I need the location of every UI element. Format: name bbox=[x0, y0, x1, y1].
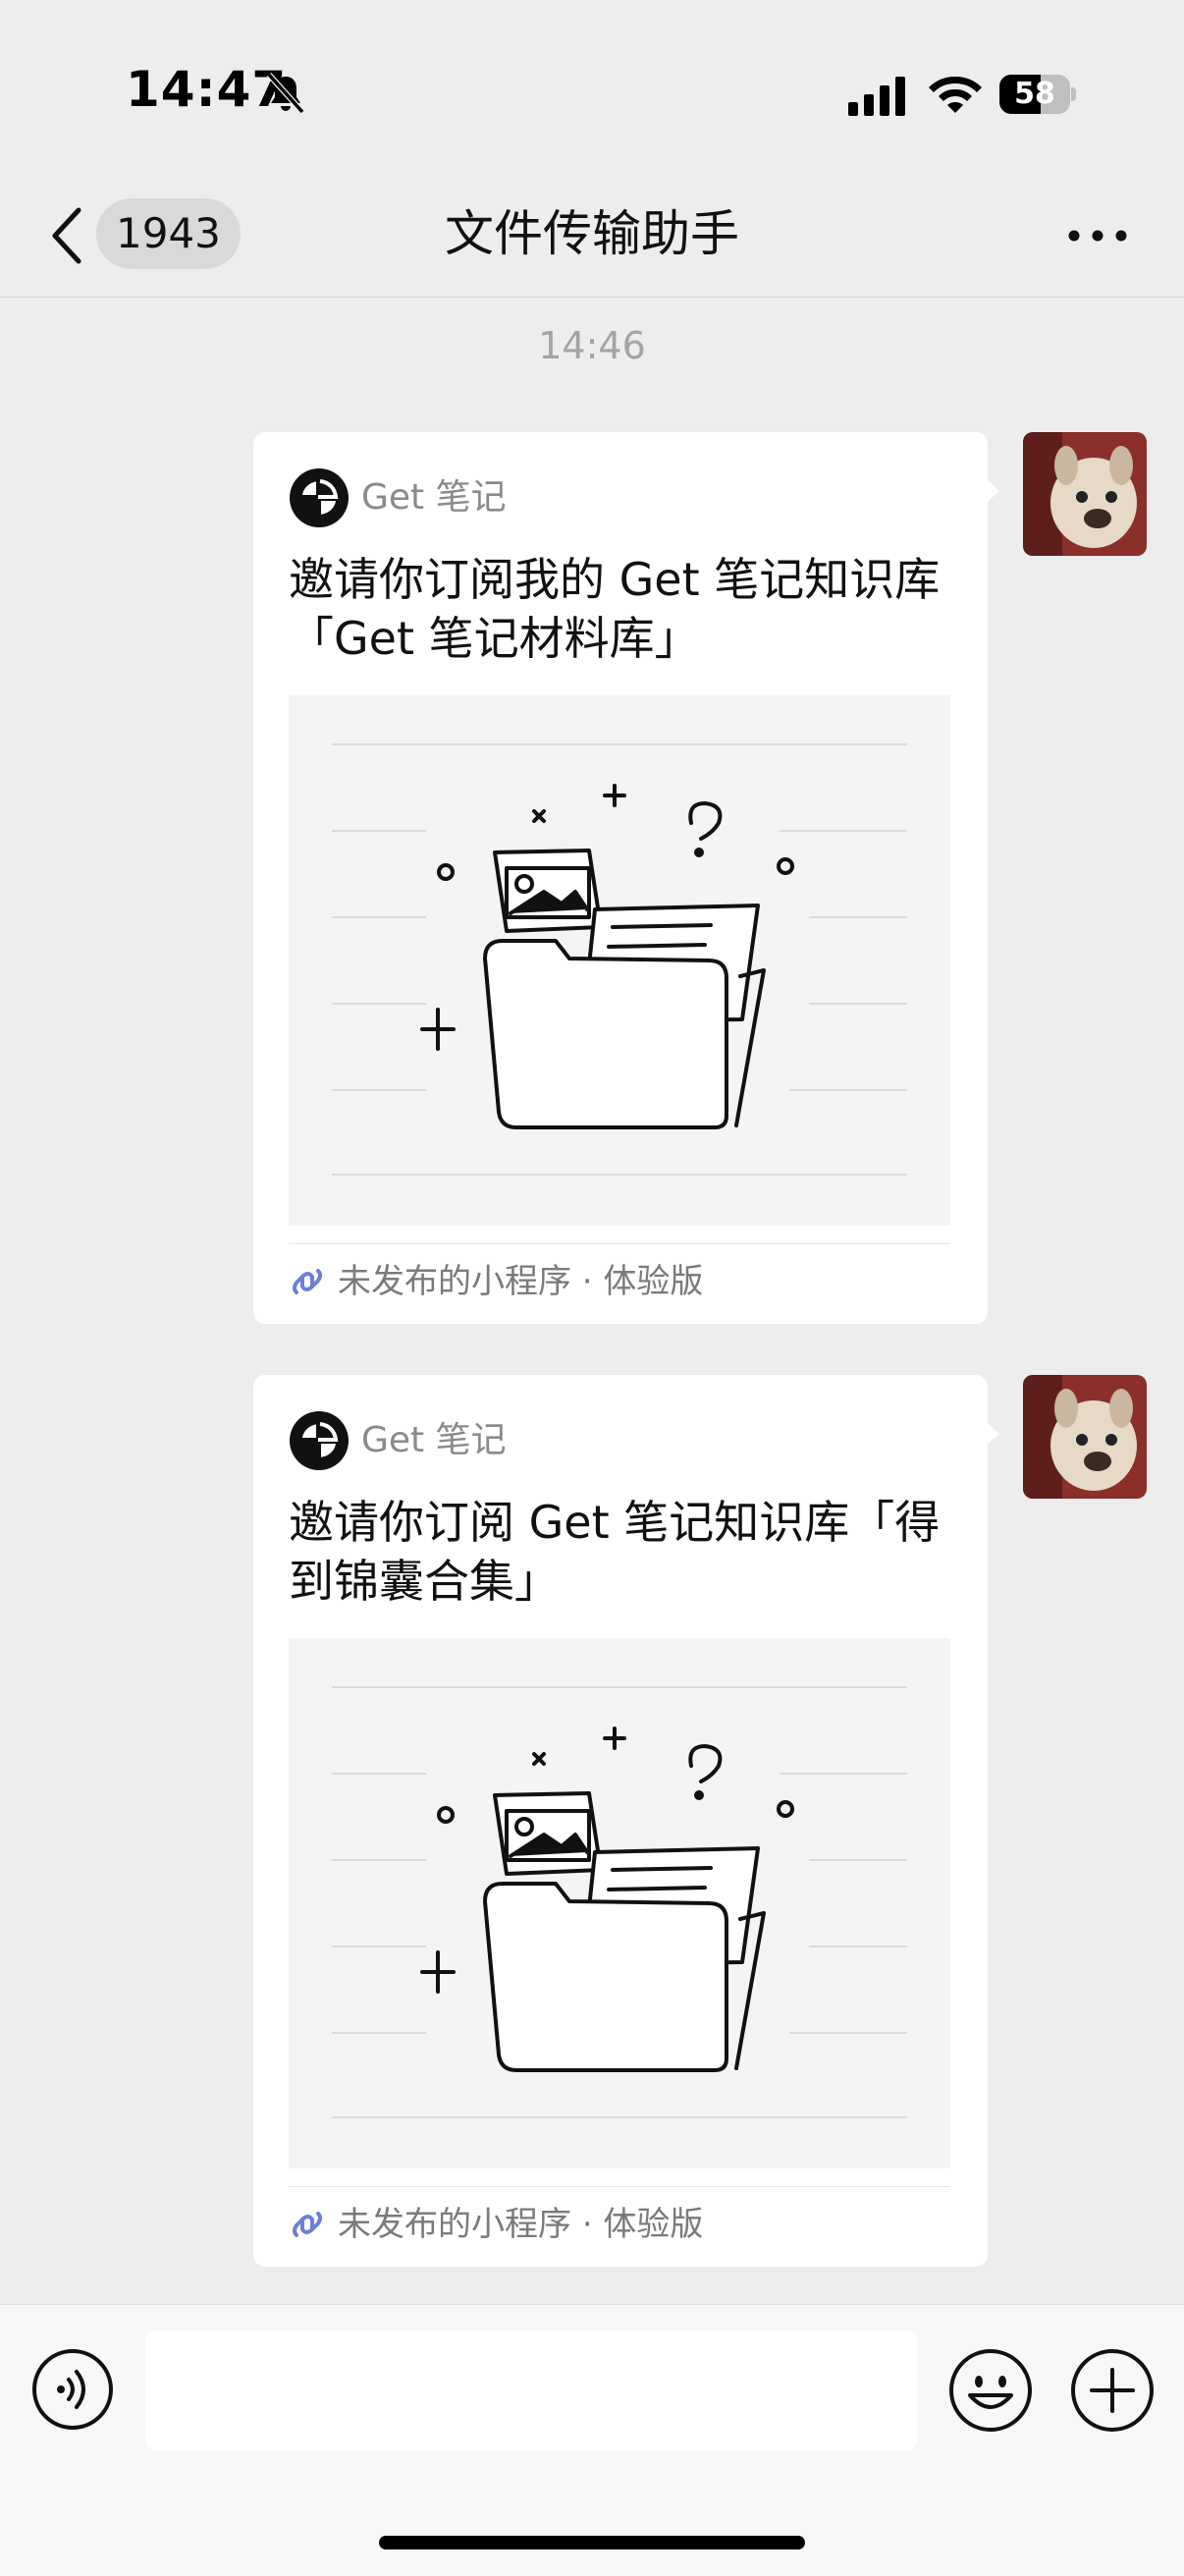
card-divider bbox=[289, 1243, 950, 1244]
folder-illustration bbox=[289, 695, 950, 1226]
page-title: 文件传输助手 bbox=[445, 205, 739, 262]
bubble-tail bbox=[982, 1418, 999, 1450]
get-notes-logo-icon bbox=[290, 468, 349, 527]
folder-illustration bbox=[289, 1638, 950, 2168]
avatar[interactable] bbox=[1023, 432, 1147, 556]
status-bar: 14:47 58 bbox=[0, 0, 1184, 177]
plus-icon[interactable] bbox=[1070, 2348, 1155, 2433]
card-footer: 未发布的小程序 · 体验版 bbox=[289, 1259, 950, 1304]
card-title: 邀请你订阅我的 Get 笔记知识库「Get 笔记材料库」 bbox=[289, 553, 941, 665]
card-divider bbox=[289, 2186, 950, 2187]
folder-illustration-svg bbox=[332, 743, 907, 1176]
card-footer: 未发布的小程序 · 体验版 bbox=[289, 2202, 950, 2247]
get-notes-logo-icon bbox=[290, 1411, 349, 1470]
mini-program-link-icon bbox=[293, 2212, 322, 2237]
message-input[interactable] bbox=[145, 2330, 917, 2450]
mini-program-card[interactable]: Get 笔记 邀请你订阅 Get 笔记知识库「得到锦囊合集」 未发布的小程序 ·… bbox=[253, 1375, 988, 2267]
card-footer-text: 未发布的小程序 · 体验版 bbox=[338, 2205, 704, 2244]
chat-timestamp: 14:46 bbox=[538, 324, 646, 367]
app-name: Get 笔记 bbox=[361, 1420, 507, 1460]
mini-program-link-icon bbox=[293, 1269, 322, 1294]
battery-level: 58 bbox=[1014, 77, 1055, 111]
emoji-icon[interactable] bbox=[948, 2348, 1033, 2433]
silent-bell-icon bbox=[266, 72, 305, 115]
card-footer-text: 未发布的小程序 · 体验版 bbox=[338, 1262, 704, 1301]
avatar[interactable] bbox=[1023, 1375, 1147, 1499]
wifi-icon bbox=[929, 77, 982, 113]
more-dots-icon[interactable] bbox=[1066, 216, 1129, 255]
cellular-signal-icon bbox=[848, 77, 905, 116]
home-indicator bbox=[379, 2536, 805, 2549]
card-title: 邀请你订阅 Get 笔记知识库「得到锦囊合集」 bbox=[289, 1496, 941, 1608]
mini-program-card[interactable]: Get 笔记 邀请你订阅我的 Get 笔记知识库「Get 笔记材料库」 未发布的… bbox=[253, 432, 988, 1324]
nav-bar: 1943 文件传输助手 bbox=[0, 177, 1184, 298]
battery-icon: 58 bbox=[999, 75, 1076, 114]
app-name: Get 笔记 bbox=[361, 477, 507, 518]
folder-illustration-svg bbox=[332, 1686, 907, 2118]
bubble-tail bbox=[982, 475, 999, 507]
voice-icon[interactable] bbox=[31, 2348, 114, 2431]
